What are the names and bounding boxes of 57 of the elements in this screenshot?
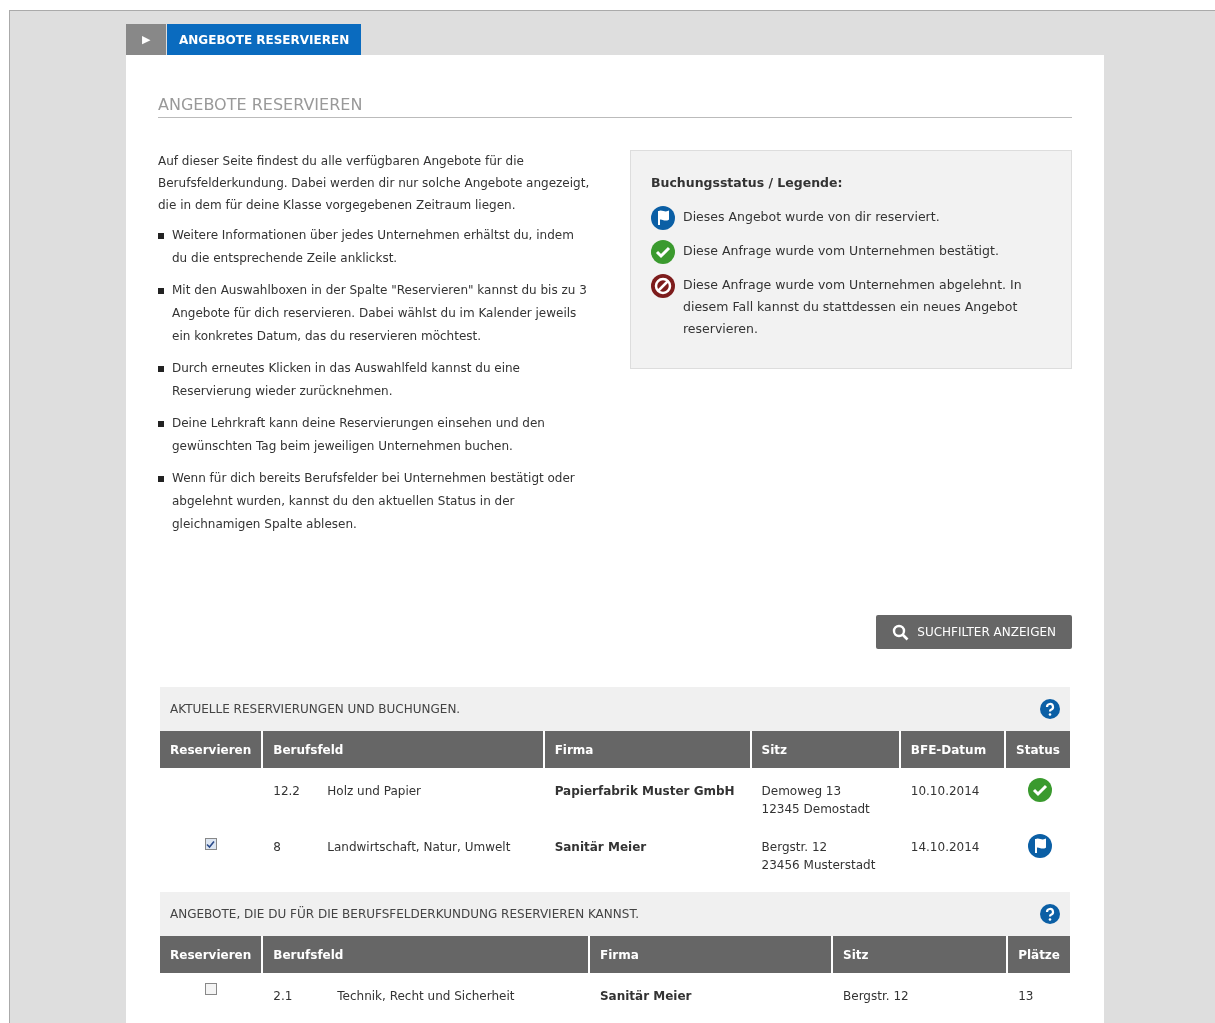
address-cell-text: Bergstr. 12 23456 Musterstadt	[760, 839, 877, 874]
column-header: Berufsfeld	[263, 731, 543, 768]
prohibited-icon	[651, 274, 675, 298]
column-header: Firma	[589, 936, 832, 973]
date-cell-text: 14.10.2014	[909, 839, 981, 856]
field-code: 12.2	[273, 783, 298, 800]
flag-icon	[651, 206, 675, 230]
company-cell-text: Sanitär Meier	[553, 839, 648, 856]
section-title: AKTUELLE RESERVIERUNGEN UND BUCHUNGEN.	[170, 702, 461, 716]
reserve-checkbox[interactable]	[204, 838, 217, 850]
intro-text: Auf dieser Seite findest du alle verfügbaren Angebote für die Berufsfelderkundung. Dabei werden dir nur solche Angebote angezeigt, die in dem für deine Klasse vorgegebenen Zeitraum liegen.	[158, 153, 590, 214]
bullet-text: Weitere Informationen über jedes Unternehmen erhältst du, indem du die entsprechende Zeile anklickst.	[172, 227, 575, 267]
bullet-text: Mit den Auswahlboxen in der Spalte "Reservieren" kannst du bis zu 3 Angebote für dich reservieren. Dabei wählst du im Kalender jeweils ein konkretes Datum, das du reservieren möchtest.	[172, 282, 588, 345]
tab[interactable]: ANGEBOTE RESERVIEREN	[167, 24, 362, 55]
column-header: BFE-Datum	[900, 731, 1005, 768]
flag-icon	[1028, 834, 1053, 858]
bullet-text: Durch erneutes Klicken in das Auswahlfeld kannst du eine Reservierung wieder zurücknehmen.	[172, 360, 521, 400]
company-cell-text: Sanitär Meier	[598, 988, 693, 1005]
address-cell-text: Demoweg 13 12345 Demostadt	[760, 783, 871, 818]
checkmark-icon	[651, 240, 675, 264]
column-header: Plätze	[1008, 936, 1070, 973]
page-title: ANGEBOTE RESERVIEREN	[158, 95, 1072, 118]
legend-text: Dieses Angebot wurde von dir reserviert.	[683, 208, 940, 226]
field-code: 8	[273, 839, 282, 856]
search-filter-button[interactable]: SUCHFILTER ANZEIGEN	[876, 615, 1072, 649]
legend-text: Diese Anfrage wurde vom Unternehmen abgelehnt. In diesem Fall kannst du stattdessen ein neues Angebot reservieren.	[683, 276, 1023, 338]
date-cell-text: 10.10.2014	[909, 783, 981, 800]
column-header: Status	[1006, 731, 1070, 768]
bullet-text: Deine Lehrkraft kann deine Reservierungen einsehen und den gewünschten Tag beim jeweiligen Unternehmen buchen.	[172, 415, 546, 455]
column-header: Reservieren	[160, 936, 262, 973]
bullet-square	[158, 233, 164, 239]
field-name: Technik, Recht und Sicherheit	[337, 988, 515, 1005]
field-name: Landwirtschaft, Natur, Umwelt	[327, 839, 511, 856]
expand-toggle-button[interactable]: ▶	[126, 24, 166, 55]
help-icon[interactable]	[1040, 904, 1060, 924]
column-header: Sitz	[833, 936, 1007, 973]
bullet-square	[158, 366, 164, 372]
help-icon[interactable]	[1040, 699, 1060, 719]
legend-title: Buchungsstatus / Legende:	[651, 175, 844, 190]
legend-text: Diese Anfrage wurde vom Unternehmen bestätigt.	[683, 242, 999, 260]
column-header: Sitz	[751, 731, 899, 768]
column-header: Reservieren	[160, 731, 262, 768]
column-header: Berufsfeld	[263, 936, 588, 973]
bullet-text: Wenn für dich bereits Berufsfelder bei Unternehmen bestätigt oder abgelehnt wurden, kannst du den aktuellen Status in der gleichnamigen Spalte ablesen.	[172, 470, 576, 533]
reserve-checkbox[interactable]	[204, 983, 217, 995]
column-header: Firma	[544, 731, 750, 768]
search-icon	[892, 623, 910, 641]
company-cell-text: Papierfabrik Muster GmbH	[553, 783, 736, 800]
section-title: ANGEBOTE, DIE DU FÜR DIE BERUFSFELDERKUNDUNG RESERVIEREN KANNST.	[170, 907, 640, 921]
places-cell-text: 13	[1017, 988, 1035, 1005]
bullet-square	[158, 476, 164, 482]
checkmark-icon	[1028, 778, 1053, 802]
field-code: 2.1	[273, 988, 294, 1005]
field-name: Holz und Papier	[327, 783, 422, 800]
address-cell-text: Bergstr. 12	[842, 988, 910, 1005]
bullet-square	[158, 288, 164, 294]
bullet-square	[158, 421, 164, 427]
